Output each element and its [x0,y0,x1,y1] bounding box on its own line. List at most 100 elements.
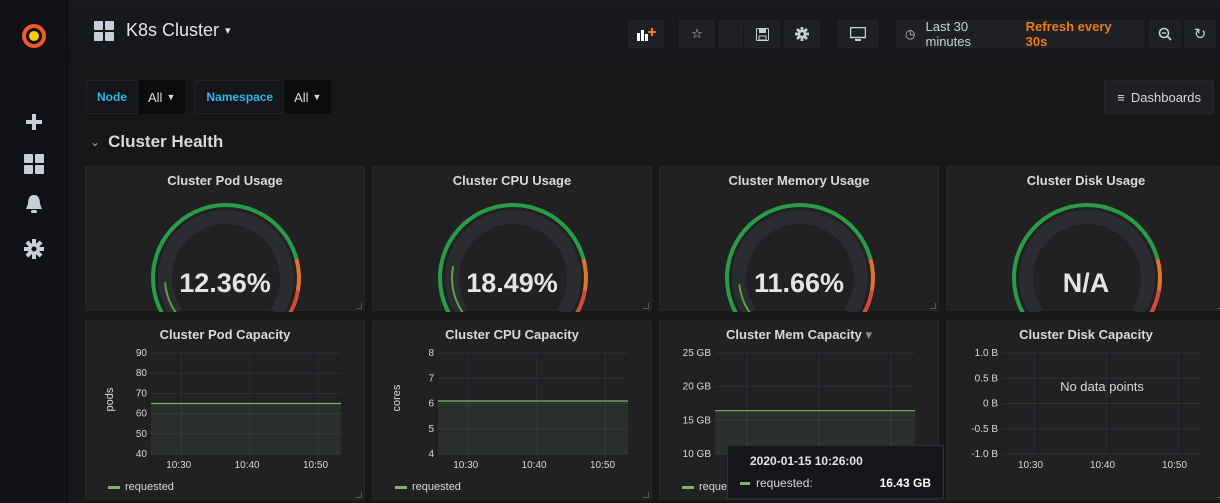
caret-down-icon: ▼ [312,92,322,102]
template-variables: Node All ▼ Namespace All ▼ [86,80,332,114]
tooltip-row: requested: 16.43 GB [740,476,931,490]
dashboards-icon[interactable] [22,152,46,176]
variable-value: All [294,89,309,105]
y-tick-label: 70 [136,388,148,399]
gauge-value: 18.49% [466,268,558,298]
caret-down-icon: ▼ [166,92,176,102]
resize-handle[interactable] [643,303,649,309]
x-tick-label: 10:30 [166,460,191,471]
y-tick-label: 20 GB [683,382,712,393]
graph-svg: 8 7 6 5 4 10:30 10:40 10:50 cores [391,348,628,471]
variable-namespace-select[interactable]: All ▼ [284,80,332,114]
dashboard-title[interactable]: K8s Cluster ▾ [94,20,231,41]
row-title: Cluster Health [108,132,224,151]
series-area [151,403,341,454]
series-swatch [740,481,750,485]
star-icon: ☆ [691,26,703,41]
y-tick-label: 80 [136,368,148,379]
variable-node: Node All ▼ [86,80,186,114]
add-panel-icon [637,28,656,41]
x-tick-label: 10:50 [303,460,328,471]
sidebar [0,0,68,503]
y-tick-label: 8 [428,348,434,359]
legend-label: requested [412,481,461,493]
y-tick-label: -0.5 B [971,424,998,435]
resize-handle[interactable] [930,303,936,309]
x-tick-label: 10:30 [453,460,478,471]
y-tick-label: 50 [136,429,148,440]
series-area [438,400,628,454]
star-button[interactable]: ☆ [679,20,715,48]
grafana-logo-icon[interactable] [20,22,48,50]
x-tick-label: 10:30 [1018,460,1043,471]
dashboard-title-text: K8s Cluster [126,20,220,40]
refresh-button[interactable]: ↻ [1184,20,1216,48]
save-button[interactable] [744,20,780,48]
dashboards-button[interactable]: ≡ Dashboards [1104,80,1214,114]
variable-label: Namespace [195,80,285,114]
graph-svg: 1.0 B 0.5 B 0 B -0.5 B -1.0 B 10:30 10:40 10:50… [971,348,1202,471]
share-button[interactable] [719,20,743,48]
variable-node-select[interactable]: All ▼ [138,80,186,114]
top-nav: K8s Cluster ▾ ☆ ◷ Last 30 minutes Refres… [68,0,1220,64]
row-collapse-toggle[interactable]: ⌄ Cluster Health [90,132,223,152]
y-tick-label: 1.0 B [975,348,999,359]
graph-svg: 90 80 70 60 50 40 10:30 10:40 10:50 pods [104,348,341,471]
legend-swatch [395,485,407,489]
resize-handle[interactable] [356,492,362,498]
y-tick-label: 5 [428,424,434,435]
y-tick-label: 0.5 B [975,373,999,384]
resize-handle[interactable] [643,492,649,498]
gauge-value: N/A [1062,268,1110,298]
y-tick-label: -1.0 B [971,449,998,460]
y-tick-label: 90 [136,348,148,359]
y-tick-label: 40 [136,449,148,460]
gear-icon[interactable] [22,237,46,261]
time-range-picker[interactable]: ◷ Last 30 minutes Refresh every 30s [896,19,1144,49]
legend-swatch [108,485,120,489]
x-tick-label: 10:40 [1090,460,1115,471]
variable-namespace: Namespace All ▼ [195,80,332,114]
refresh-interval-label: Refresh every 30s [1025,19,1112,49]
clock-icon: ◷ [905,27,916,41]
bars-icon: ≡ [1117,89,1125,105]
graph-panel[interactable]: Cluster Pod Capacity 90 80 70 60 50 40 10:30 10:… [85,320,365,500]
settings-button[interactable] [784,20,820,48]
zoom-out-button[interactable] [1149,20,1181,48]
bell-icon[interactable] [22,192,46,216]
legend-label: requested [125,481,174,493]
legend-item[interactable]: requested [395,481,461,493]
add-panel-button[interactable] [628,20,664,48]
y-tick-label: 7 [428,373,434,384]
variable-label: Node [86,80,138,114]
y-axis-label: pods [104,387,116,411]
plus-icon[interactable] [22,110,46,134]
gauge-panel[interactable]: Cluster Memory Usage 11.66% [659,166,939,312]
gauge-panel[interactable]: Cluster Disk Usage N/A [946,166,1220,312]
y-tick-label: 0 B [983,399,998,410]
x-tick-label: 10:40 [522,460,547,471]
save-icon [755,27,769,41]
no-data-label: No data points [1060,379,1144,394]
graph-panel[interactable]: Cluster CPU Capacity 8 7 6 5 4 10:30 10:40 10:50… [372,320,652,500]
tv-mode-button[interactable] [838,20,878,48]
sync-icon: ↻ [1193,26,1207,43]
caret-down-icon: ▾ [225,25,231,37]
legend-item[interactable]: requested [108,481,174,493]
gauge-panel[interactable]: Cluster CPU Usage 18.49% [372,166,652,312]
y-tick-label: 4 [428,449,434,460]
variable-value: All [148,89,163,105]
cog-icon [795,27,809,41]
resize-handle[interactable] [356,303,362,309]
tooltip-time: 2020-01-15 10:26:00 [750,454,863,468]
y-tick-label: 15 GB [683,415,712,426]
y-tick-label: 6 [428,399,434,410]
gauge-value: 12.36% [179,268,271,298]
legend-item[interactable]: reques [682,481,733,493]
graph-panel[interactable]: Cluster Disk Capacity 1.0 B 0.5 B0 B -0.5 B… [946,320,1220,500]
tooltip-series-label: requested: [756,476,813,490]
y-tick-label: 10 GB [683,449,712,460]
gauge-panel[interactable]: Cluster Pod Usage 12.36% [85,166,365,312]
y-tick-label: 25 GB [683,348,712,359]
x-tick-label: 10:50 [1162,460,1187,471]
